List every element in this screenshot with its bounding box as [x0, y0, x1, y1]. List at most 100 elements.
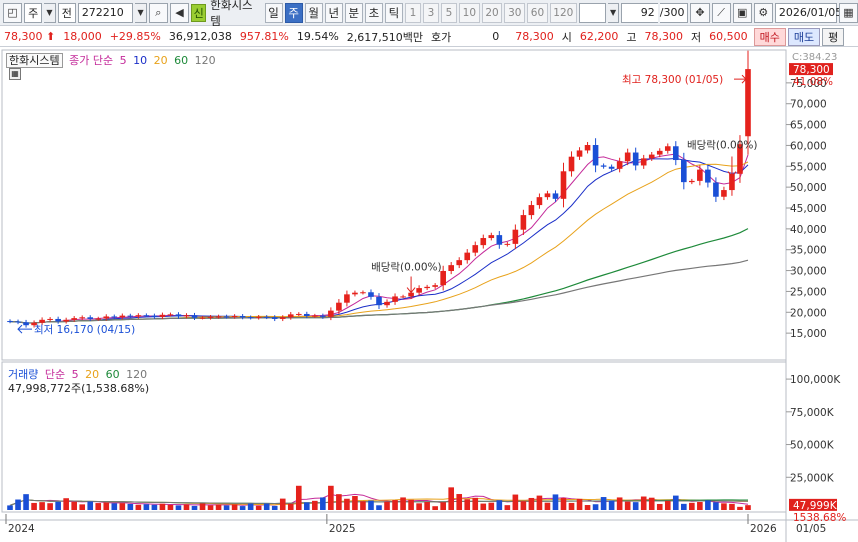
- volume-bar: [384, 501, 390, 510]
- price-axis-label-12: 15,000: [790, 328, 827, 340]
- kind-badge: 신: [190, 3, 207, 22]
- period-day-button[interactable]: 일: [264, 2, 283, 23]
- volume-current: 47,998,772주(1,538.68%): [8, 382, 150, 395]
- volume-bar: [592, 504, 599, 510]
- current-price: 78,300 ⬆: [4, 30, 56, 43]
- period-week-button[interactable]: 주: [284, 2, 303, 23]
- candle: [247, 317, 254, 319]
- interval-30-button[interactable]: 30: [504, 2, 526, 23]
- market-dropdown-icon[interactable]: ▼: [44, 2, 56, 23]
- candle: [39, 319, 45, 323]
- interval-10-button[interactable]: 10: [458, 2, 480, 23]
- candle: [207, 316, 214, 318]
- volume-bar: [360, 501, 366, 510]
- save-icon[interactable]: ▣: [732, 2, 752, 23]
- candle: [705, 169, 711, 183]
- prev-button[interactable]: 전: [57, 2, 76, 23]
- candle: [480, 238, 487, 246]
- volume-bar: [448, 487, 455, 510]
- interval-input[interactable]: [578, 2, 606, 23]
- eval-button[interactable]: 평: [822, 27, 845, 46]
- candle: [191, 315, 198, 318]
- gear-icon[interactable]: ⚙: [753, 2, 773, 23]
- turnover: 19.54%: [296, 30, 339, 43]
- stock-chart[interactable]: 75,00070,00065,00060,00055,00050,00045,0…: [0, 48, 858, 542]
- period-second-button[interactable]: 초: [364, 2, 383, 23]
- open-price: 62,200: [579, 30, 619, 43]
- sell-button[interactable]: 매도: [787, 27, 821, 46]
- candle: [127, 315, 134, 317]
- volume-bar: [584, 505, 591, 510]
- volume-bar: [328, 485, 334, 510]
- candle: [584, 145, 591, 151]
- volume-bar: [689, 502, 695, 510]
- interval-60-button[interactable]: 60: [527, 2, 548, 23]
- chart-window-icon[interactable]: ◰: [3, 2, 23, 23]
- volume-bar: [560, 497, 567, 510]
- chart-area[interactable]: 75,000 70,000 65,000 60,000 55,000 50,000 45,0…: [0, 48, 858, 542]
- time-axis-right-label: 01/05: [796, 523, 826, 535]
- interval-1-button[interactable]: 1: [404, 2, 421, 23]
- time-axis-label-1: 2025: [329, 523, 356, 535]
- candle: [175, 314, 182, 317]
- volume-bar: [231, 504, 238, 510]
- candle: [472, 245, 479, 253]
- interval-20-button[interactable]: 20: [481, 2, 503, 23]
- crosshair-icon[interactable]: ✥: [690, 2, 710, 23]
- period-tick-button[interactable]: 틱: [384, 2, 403, 23]
- candle: [23, 322, 29, 326]
- period-year-button[interactable]: 년: [324, 2, 343, 23]
- price-legend: 한화시스템 종가 단순 5 10 20 60 120: [6, 52, 219, 68]
- volume-bar: [127, 503, 134, 510]
- period-month-button[interactable]: 월: [304, 2, 323, 23]
- candle: [151, 315, 158, 317]
- market-select[interactable]: 주: [24, 2, 43, 23]
- price-axis-label-7: 40,000: [790, 224, 827, 236]
- volume-bar: [15, 499, 21, 510]
- candle: [672, 146, 679, 161]
- volume-ratio: 957.81%: [239, 30, 289, 43]
- up-arrow-icon: ⬆: [46, 30, 56, 43]
- candle: [271, 317, 278, 319]
- volume-bar: [632, 502, 639, 510]
- price-panel-name[interactable]: 한화시스템: [6, 53, 63, 68]
- search-icon[interactable]: ⌕: [148, 2, 168, 23]
- volume-bar: [191, 505, 198, 510]
- candle: [608, 166, 615, 169]
- high-label: 고: [626, 30, 637, 44]
- period-minute-button[interactable]: 분: [344, 2, 363, 23]
- grid-toggle-icon[interactable]: ▦: [9, 68, 21, 80]
- calendar-icon[interactable]: ▦: [838, 2, 858, 23]
- buy-button[interactable]: 매수: [753, 27, 786, 46]
- volume-bar: [472, 497, 479, 510]
- candle: [648, 154, 655, 159]
- last-volume-tag: 47,999K: [793, 500, 838, 512]
- candle: [352, 292, 358, 295]
- volume-bar: [47, 503, 53, 510]
- volume-bar: [320, 497, 326, 510]
- date-input[interactable]: 2026/01/05: [774, 2, 842, 23]
- candle: [536, 197, 543, 206]
- candle: [344, 294, 350, 303]
- draw-tool-icon[interactable]: ⟋: [711, 2, 731, 23]
- volume-axis-label-2: 50,000K: [790, 440, 835, 452]
- speaker-icon[interactable]: ◀: [169, 2, 189, 23]
- interval-3-button[interactable]: 3: [422, 2, 439, 23]
- interval-120-button[interactable]: 120: [549, 2, 577, 23]
- candle: [87, 317, 94, 319]
- candle: [496, 235, 503, 245]
- price-axis-label-8: 35,000: [790, 245, 827, 257]
- interval-dropdown-icon[interactable]: ▼: [607, 2, 620, 23]
- volume-bar: [135, 504, 142, 510]
- candle: [512, 229, 519, 244]
- count-input[interactable]: 92: [621, 2, 658, 23]
- price-axis-label-9: 30,000: [790, 266, 827, 278]
- interval-5-button[interactable]: 5: [440, 2, 457, 23]
- price-axis-label-10: 25,000: [790, 286, 827, 298]
- volume-bar: [23, 494, 29, 510]
- trade-amount: 2,617,510백만: [346, 30, 424, 44]
- low-arrow-icon: [17, 324, 32, 334]
- code-dropdown-icon[interactable]: ▼: [135, 2, 147, 23]
- stock-code-input[interactable]: 272210: [77, 2, 134, 23]
- candle: [15, 321, 21, 323]
